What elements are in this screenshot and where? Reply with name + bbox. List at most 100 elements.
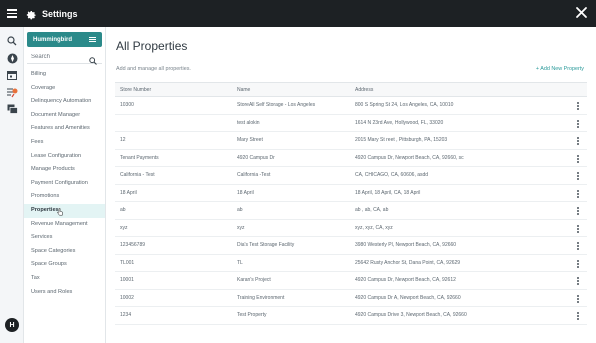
more-options-icon[interactable] (576, 102, 579, 110)
cell-address: 1614 N 23rd Ave, Hollywood, FL, 33020 (355, 119, 444, 126)
page-title: All Properties (116, 39, 188, 53)
sidebar-item-space-groups[interactable]: Space Groups (24, 258, 105, 272)
table-row[interactable]: 10300 StoreAll Self Storage - Los Angeles… (115, 97, 587, 115)
cell-store-number: California - Test (120, 172, 155, 179)
cell-address: CA, CHICAGO, CA, 60606, asdd (355, 172, 429, 179)
sidebar-item-space-categories[interactable]: Space Categories (24, 245, 105, 259)
cell-store-number: 18 April (120, 189, 137, 196)
sidebar-item-users-and-roles[interactable]: Users and Roles (24, 286, 105, 300)
table-row[interactable]: 10002 Training Environment 4920 Campus Dr … (115, 290, 587, 307)
sidebar-item-document-manager[interactable]: Document Manager (24, 109, 105, 123)
cell-name: TL (237, 259, 243, 266)
sidebar-item-revenue-management[interactable]: Revenue Management (24, 218, 105, 232)
messages-icon[interactable] (6, 103, 18, 115)
more-options-icon[interactable] (576, 207, 579, 215)
main-content: All Properties Add and manage all proper… (106, 27, 596, 343)
sidebar-item-features-and-amenities[interactable]: Features and Amenities (24, 122, 105, 136)
cell-store-number: 10001 (120, 277, 134, 284)
compass-icon[interactable] (6, 52, 18, 64)
cell-store-number: 123456789 (120, 242, 146, 249)
more-options-icon[interactable] (576, 242, 579, 250)
user-avatar[interactable]: H (5, 318, 19, 332)
cell-store-number: xyz (120, 224, 128, 231)
table-body: 10300 StoreAll Self Storage - Los Angeles… (115, 97, 587, 325)
facility-selector[interactable]: Hummingbird (27, 32, 102, 47)
cell-name: test alokin (237, 119, 260, 126)
more-options-icon[interactable] (576, 154, 579, 163)
cell-address: xyz, xyz, CA, xyz (355, 224, 393, 231)
cell-store-number: 1234 (120, 312, 132, 319)
sidebar-item-label: Features and Amenities (31, 125, 90, 132)
cell-store-number: TL001 (120, 259, 135, 266)
sidebar-nav: Billing Coverage Delinquency Automation Doc… (24, 68, 105, 299)
table-row[interactable]: 10001 Karan's Project 4920 Campus Dr, Newp… (115, 272, 587, 290)
column-header-name[interactable]: Name (237, 87, 355, 93)
sidebar-item-coverage[interactable]: Coverage (24, 82, 105, 96)
sidebar-item-payment-configuration[interactable]: Payment Configuration (24, 177, 105, 191)
cell-address: 4920 Campus Dr, Newport Beach, CA, 92660… (355, 154, 464, 161)
page-subtitle: Add and manage all properties. (116, 66, 191, 72)
cell-address: 18 April, 18 April, CA, 18 April (355, 189, 421, 196)
more-options-icon[interactable] (576, 224, 579, 233)
add-property-button[interactable]: + Add New Property (536, 66, 584, 72)
sidebar-item-services[interactable]: Services (24, 231, 105, 245)
sidebar-item-delinquency-automation[interactable]: Delinquency Automation (24, 95, 105, 109)
cell-name: Test Property (237, 312, 267, 319)
sidebar-item-tax[interactable]: Tax (24, 272, 105, 286)
more-options-icon[interactable] (576, 312, 579, 320)
table-row[interactable]: 1234 Test Property 4920 Campus Drive 3, Ne… (115, 307, 587, 325)
table-row[interactable]: test alokin 1614 N 23rd Ave, Hollywood, F… (115, 115, 587, 132)
cell-address: 800 S Spring St 24, Los Angeles, CA, 100… (355, 102, 454, 109)
table-row[interactable]: 18 April 18 April 18 April, 18 April, CA, … (115, 185, 587, 202)
list-icon (89, 37, 96, 42)
column-header-address[interactable]: Address (355, 87, 575, 93)
sidebar-item-promotions[interactable]: Promotions (24, 190, 105, 204)
sidebar-item-billing[interactable]: Billing (24, 68, 105, 82)
cell-name: xyz (237, 224, 245, 231)
table-row[interactable]: TL001 TL 25642 Rusty Anchor St, Dana Point… (115, 255, 587, 272)
sidebar-item-lease-configuration[interactable]: Lease Configuration (24, 150, 105, 164)
sidebar-item-label: Billing (31, 71, 46, 77)
sidebar-item-label: Payment Configuration (31, 179, 88, 186)
cell-store-number: Tenant Payments (120, 154, 159, 161)
pointer-cursor-icon (57, 208, 63, 216)
table-row[interactable]: Tenant Payments 4920 Campus Dr 4920 Campus… (115, 150, 587, 167)
more-options-icon[interactable] (576, 119, 579, 128)
cell-address: 4920 Campus Drive 3, Newport Beach, CA, … (355, 312, 467, 319)
calendar-icon[interactable] (6, 69, 18, 81)
table-row[interactable]: ab ab ab , ab, CA, ab (115, 202, 587, 220)
table-row[interactable]: 12 Mary Street 2015 Mary St reet , Pittsbu… (115, 132, 587, 150)
cell-store-number: 12 (120, 137, 126, 144)
sidebar-item-fees[interactable]: Fees (24, 136, 105, 150)
cell-store-number: 10300 (120, 102, 134, 109)
table-row[interactable]: 123456789 Dia's Test Storage Facility 3980… (115, 237, 587, 255)
sidebar-item-label: Revenue Management (31, 220, 88, 227)
sidebar-item-manage-products[interactable]: Manage Products (24, 163, 105, 177)
more-options-icon[interactable] (576, 172, 579, 180)
more-options-icon[interactable] (576, 259, 579, 268)
sidebar-item-label: Promotions (31, 193, 60, 200)
table-row[interactable]: California - Test California -Test CA, CHI… (115, 167, 587, 185)
cell-name: 4920 Campus Dr (237, 154, 275, 161)
more-options-icon[interactable] (576, 294, 579, 303)
close-icon[interactable] (575, 6, 588, 19)
sidebar-item-label: Properties (31, 206, 59, 213)
menu-icon[interactable] (7, 9, 19, 18)
sidebar-item-properties[interactable]: Properties (24, 203, 105, 218)
sidebar-item-label: Users and Roles (31, 288, 73, 295)
table-row[interactable]: xyz xyz xyz, xyz, CA, xyz (115, 220, 587, 237)
more-options-icon[interactable] (576, 137, 579, 145)
window-title: Settings (42, 8, 78, 19)
cell-name: Dia's Test Storage Facility (237, 242, 295, 249)
search-input[interactable] (27, 53, 87, 60)
cell-store-number: 10002 (120, 294, 134, 301)
more-options-icon[interactable] (576, 189, 579, 198)
column-header-store-number[interactable]: Store Number (115, 87, 237, 93)
sidebar-item-label: Tax (31, 274, 40, 281)
tasks-icon[interactable] (6, 86, 18, 98)
search-icon[interactable] (6, 35, 18, 47)
sidebar-item-label: Delinquency Automation (31, 98, 92, 105)
settings-sidebar: Hummingbird Billing Coverage Delinquency A… (24, 27, 106, 343)
cell-address: 3980 Westerly Pl, Newport Beach, CA, 926… (355, 242, 457, 249)
more-options-icon[interactable] (576, 277, 579, 285)
